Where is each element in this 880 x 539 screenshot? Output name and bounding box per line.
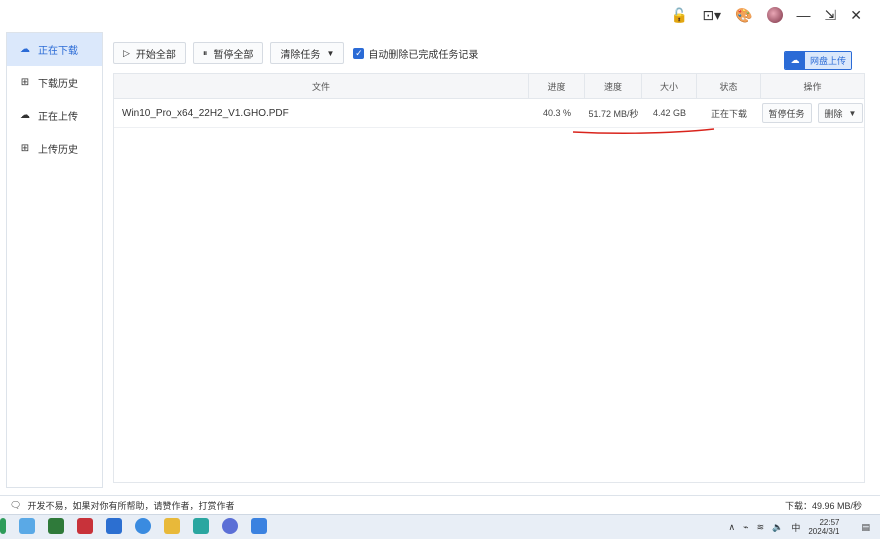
pause-all-button[interactable]: ⏸ 暂停全部 [192, 42, 264, 64]
auto-delete-label: 自动删除已完成任务记录 [368, 49, 479, 61]
pause-task-button[interactable]: 暂停任务 [761, 103, 812, 123]
app-icon[interactable] [48, 518, 64, 534]
mode-switch-label[interactable]: 网盘上传 [805, 52, 851, 69]
clear-tasks-label: 清除任务 [280, 49, 321, 61]
app-icon[interactable] [193, 518, 209, 534]
wifi-icon[interactable]: ≋ [757, 522, 765, 533]
palette-icon[interactable]: 🎨 [735, 6, 752, 24]
restore-icon[interactable]: ⇲ [825, 6, 837, 24]
network-icon[interactable]: ⌁ [743, 522, 748, 533]
file-name: Win10_Pro_x64_22H2_V1.GHO.PDF [122, 107, 289, 119]
taskbar-apps [0, 518, 267, 534]
chevron-down-icon: ▼ [848, 108, 857, 118]
message-icon: 🗨 [10, 500, 22, 510]
progress-value: 40.3 % [542, 108, 572, 118]
table-header: 文件 进度 速度 大小 状态 操作 [114, 74, 864, 99]
status-left: 🗨 开发不易，如果对你有所帮助，请赞作者，打赏作者 [10, 499, 234, 512]
download-history-icon: ⊞ [20, 77, 30, 88]
chevron-up-icon[interactable]: ∧ [729, 522, 736, 533]
toolbar: ▷ 开始全部 ⏸ 暂停全部 清除任务 ▼ ✓ 自动删除已完成任务记录 [113, 42, 478, 64]
delete-label: 删除 [824, 108, 843, 119]
app-icon[interactable] [222, 518, 238, 534]
notification-icon[interactable]: ▤ [861, 522, 870, 533]
sidebar-item-label: 上传历史 [38, 145, 78, 156]
avatar[interactable] [766, 7, 783, 23]
play-icon: ▷ [123, 47, 130, 58]
chevron-down-icon: ▼ [326, 48, 335, 58]
app-icon[interactable] [135, 518, 151, 534]
start-all-button[interactable]: ▷ 开始全部 [113, 42, 186, 64]
taskbar: ∧ ⌁ ≋ 🔈 中 22:57 2024/3/1 ▤ [0, 514, 880, 539]
header-progress[interactable]: 进度 [529, 74, 585, 98]
volume-icon[interactable]: 🔈 [772, 522, 783, 533]
sidebar-item-label: 正在下载 [38, 46, 78, 57]
header-operations: 操作 [803, 81, 822, 92]
sidebar-item-download-history[interactable]: ⊞ 下载历史 [7, 66, 102, 99]
sidebar: ☁ 正在下载 ⊞ 下载历史 ☁ 正在上传 ⊞ 上传历史 [6, 32, 103, 488]
app-icon[interactable] [77, 518, 93, 534]
cloud-upload-icon: ☁ [20, 110, 30, 121]
clock-date: 2024/3/1 [808, 527, 840, 536]
clear-tasks-dropdown[interactable]: 清除任务 ▼ [270, 42, 345, 64]
size-value: 4.42 GB [652, 108, 687, 118]
ime-indicator[interactable]: 中 [791, 521, 800, 534]
annotation-underline [572, 128, 715, 134]
sidebar-item-upload-history[interactable]: ⊞ 上传历史 [7, 132, 102, 165]
title-bar: 🔓 ⊡▾ 🎨 — ⇲ ✕ [0, 0, 880, 32]
total-speed: 下载：49.96 MB/秒 [784, 501, 862, 511]
cloud-app-icon[interactable] [251, 518, 267, 534]
upload-history-icon: ⊞ [20, 143, 30, 154]
mode-switch[interactable]: ☁ 网盘上传 [784, 51, 852, 70]
screen-menu-icon[interactable]: ⊡▾ [702, 6, 721, 24]
checkmark-icon: ✓ [353, 47, 365, 59]
sidebar-item-downloading[interactable]: ☁ 正在下载 [7, 33, 102, 66]
sidebar-item-label: 下载历史 [38, 79, 78, 90]
header-speed[interactable]: 速度 [585, 74, 642, 98]
auto-delete-checkbox[interactable]: ✓ 自动删除已完成任务记录 [353, 46, 478, 61]
table-row[interactable]: Win10_Pro_x64_22H2_V1.GHO.PDF 40.3 % 51.… [114, 99, 864, 128]
delete-dropdown[interactable]: 删除 ▼ [817, 103, 864, 123]
speed-value: 51.72 MB/秒 [588, 108, 639, 119]
system-tray: ∧ ⌁ ≋ 🔈 中 22:57 2024/3/1 ▤ [729, 518, 870, 536]
main-panel: ▷ 开始全部 ⏸ 暂停全部 清除任务 ▼ ✓ 自动删除已完成任务记录 ☁ 网盘上… [103, 32, 874, 488]
pause-all-label: 暂停全部 [213, 49, 254, 61]
row-operations: 暂停任务 删除 ▼ [761, 99, 864, 127]
status-bar: 🗨 开发不易，如果对你有所帮助，请赞作者，打赏作者 下载：49.96 MB/秒 [0, 495, 880, 514]
cloud-icon[interactable]: ☁ [785, 52, 805, 69]
pause-icon: ⏸ [202, 47, 208, 58]
header-state[interactable]: 状态 [697, 74, 761, 98]
app-icon[interactable] [0, 518, 6, 534]
app-icon[interactable] [106, 518, 122, 534]
sidebar-item-label: 正在上传 [38, 112, 78, 123]
start-all-label: 开始全部 [135, 49, 176, 61]
header-size[interactable]: 大小 [642, 74, 697, 98]
clock[interactable]: 22:57 2024/3/1 [808, 518, 839, 536]
close-icon[interactable]: ✕ [850, 6, 862, 24]
state-value: 正在下载 [710, 108, 747, 119]
header-file[interactable]: 文件 [114, 74, 529, 98]
status-message[interactable]: 开发不易，如果对你有所帮助，请赞作者，打赏作者 [27, 499, 234, 512]
app-icon[interactable] [19, 518, 35, 534]
folder-icon[interactable] [164, 518, 180, 534]
minimize-icon[interactable]: — [797, 6, 811, 24]
task-table: 文件 进度 速度 大小 状态 操作 Win10_Pro_x64_22H2_V1.… [113, 73, 865, 483]
clock-time: 22:57 [819, 518, 840, 527]
cloud-download-icon: ☁ [20, 44, 30, 55]
sidebar-item-uploading[interactable]: ☁ 正在上传 [7, 99, 102, 132]
lock-icon[interactable]: 🔓 [671, 6, 688, 24]
title-bar-controls: 🔓 ⊡▾ 🎨 — ⇲ ✕ [671, 6, 862, 24]
